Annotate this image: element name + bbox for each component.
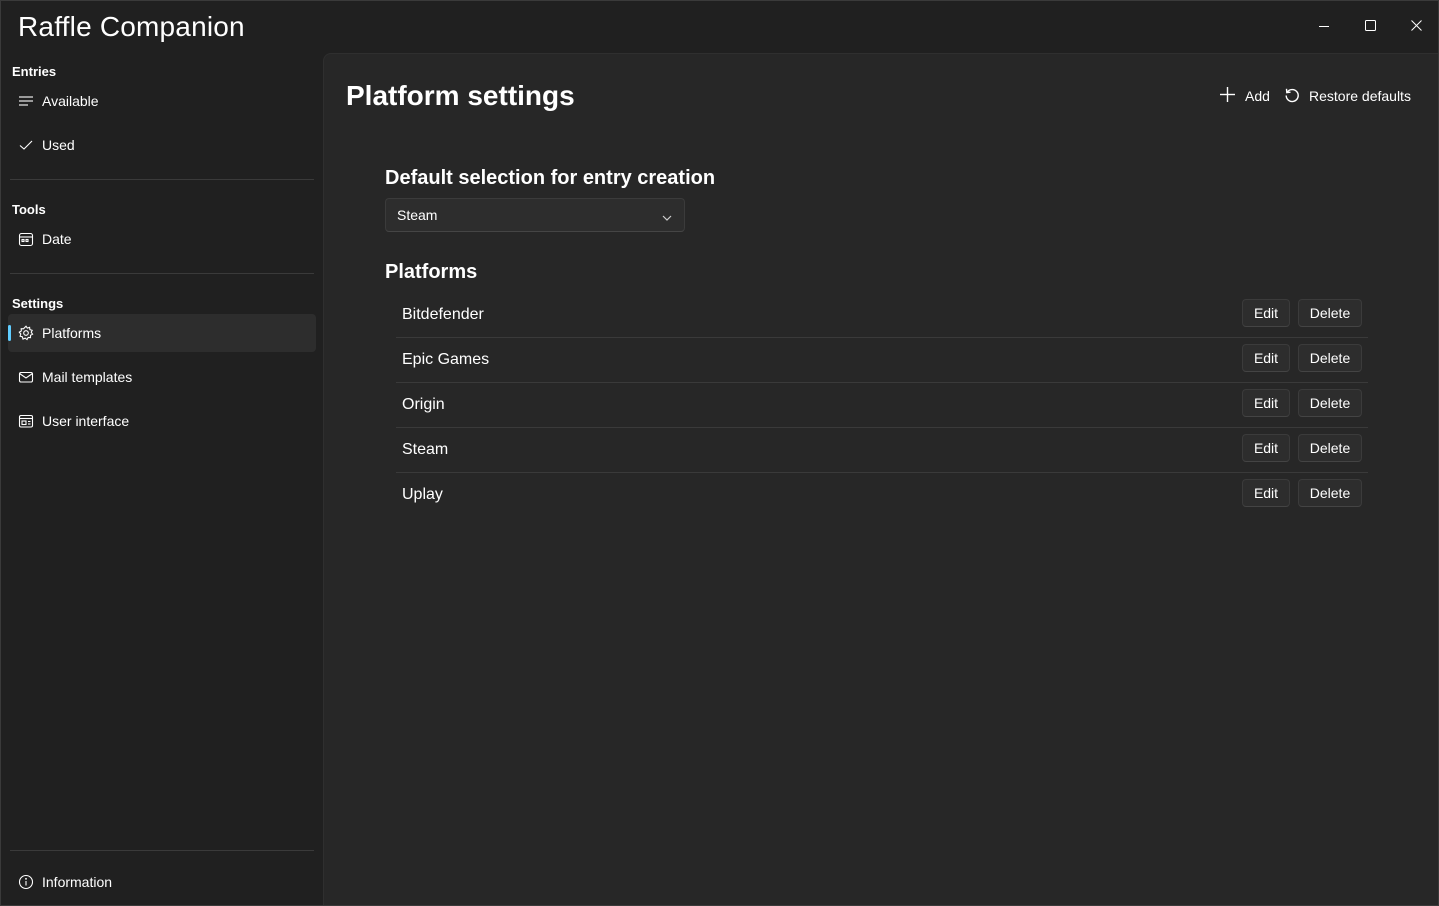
content-pane: Platform settings Add Restore defaults D… (323, 53, 1438, 905)
nav-item-label: User interface (42, 413, 130, 429)
delete-button[interactable]: Delete (1298, 389, 1362, 417)
app-title: Raffle Companion (18, 11, 245, 42)
platform-name: Steam (402, 441, 449, 458)
nav-divider (10, 850, 314, 851)
add-button-label: Add (1245, 88, 1270, 104)
close-button[interactable] (1393, 9, 1439, 45)
delete-button[interactable]: Delete (1298, 434, 1362, 462)
plus-icon (1219, 86, 1245, 106)
nav-item-label: Date (42, 231, 72, 247)
nav-item-label: Mail templates (42, 369, 133, 385)
default-platform-combobox[interactable]: Steam (385, 198, 685, 232)
maximize-button[interactable] (1347, 9, 1393, 45)
edit-button[interactable]: Edit (1242, 479, 1290, 507)
nav-header-settings: Settings (12, 296, 64, 311)
delete-button[interactable]: Delete (1298, 479, 1362, 507)
restore-defaults-label: Restore defaults (1309, 88, 1411, 104)
list-icon (18, 93, 34, 109)
maximize-icon (1364, 18, 1376, 36)
restore-defaults-button[interactable]: Restore defaults (1284, 84, 1411, 108)
platform-name: Epic Games (402, 351, 490, 368)
delete-button[interactable]: Delete (1298, 299, 1362, 327)
default-selection-label: Default selection for entry creation (385, 167, 716, 189)
nav-divider (10, 179, 314, 180)
restore-icon (1284, 87, 1309, 106)
platform-row: Uplay Edit Delete (396, 473, 1368, 518)
platform-row: Epic Games Edit Delete (396, 338, 1368, 383)
nav-item-available[interactable]: Available (8, 82, 316, 120)
nav-item-platforms[interactable]: Platforms (8, 314, 316, 352)
nav-item-label: Information (42, 874, 113, 890)
nav-item-label: Used (42, 137, 75, 153)
app-window: Raffle Companion Entries Available Used … (0, 0, 1439, 906)
checkmark-icon (18, 137, 34, 153)
info-icon (18, 874, 34, 890)
delete-button[interactable]: Delete (1298, 344, 1362, 372)
nav-item-label: Platforms (42, 325, 102, 341)
selection-indicator (8, 325, 11, 341)
mail-icon (18, 369, 34, 385)
gear-icon (18, 325, 34, 341)
edit-button[interactable]: Edit (1242, 344, 1290, 372)
close-icon (1410, 18, 1422, 36)
platform-name: Origin (402, 396, 445, 413)
nav-item-information[interactable]: Information (8, 863, 316, 901)
platform-row: Origin Edit Delete (396, 383, 1368, 428)
nav-item-date[interactable]: Date (8, 220, 316, 258)
nav-header-tools: Tools (12, 202, 46, 217)
nav-item-used[interactable]: Used (8, 126, 316, 164)
platform-row: Bitdefender Edit Delete (396, 293, 1368, 338)
nav-item-label: Available (42, 93, 99, 109)
calendar-icon (18, 231, 34, 247)
platform-row: Steam Edit Delete (396, 428, 1368, 473)
platform-name: Bitdefender (402, 306, 484, 323)
edit-button[interactable]: Edit (1242, 434, 1290, 462)
combobox-value: Steam (397, 207, 438, 223)
add-button[interactable]: Add (1219, 84, 1270, 108)
platforms-section-title: Platforms (385, 261, 478, 283)
chevron-down-icon (662, 210, 672, 228)
nav-item-user-interface[interactable]: User interface (8, 402, 316, 440)
edit-button[interactable]: Edit (1242, 299, 1290, 327)
title-bar: Raffle Companion (1, 1, 1438, 53)
nav-divider (10, 273, 314, 274)
navigation-pane: Entries Available Used Tools Date Settin… (1, 53, 322, 905)
edit-button[interactable]: Edit (1242, 389, 1290, 417)
page-title: Platform settings (346, 80, 575, 111)
nav-item-mail-templates[interactable]: Mail templates (8, 358, 316, 396)
minimize-button[interactable] (1301, 9, 1347, 45)
nav-header-entries: Entries (12, 64, 57, 79)
minimize-icon (1319, 18, 1329, 36)
platform-name: Uplay (402, 486, 443, 503)
window-icon (18, 413, 34, 429)
